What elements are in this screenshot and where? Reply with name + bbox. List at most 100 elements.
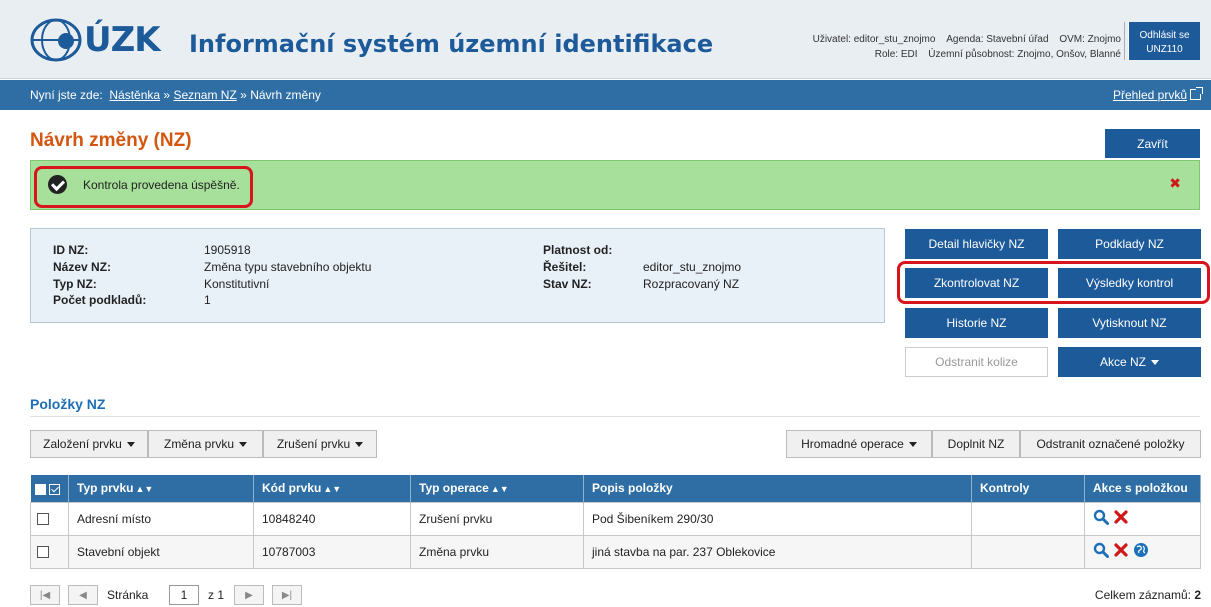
solver-value: editor_stu_znojmo: [643, 260, 742, 274]
cell-actions: [1084, 501, 1201, 536]
breadcrumb-current: Návrh změny: [250, 88, 321, 102]
id-value: 1905918: [204, 243, 251, 257]
highlight-box: [34, 166, 253, 208]
print-button[interactable]: Vytisknout NZ: [1058, 308, 1201, 338]
globe-icon[interactable]: [1133, 542, 1149, 558]
col-label: Typ operace: [419, 481, 489, 496]
remove-collisions-button[interactable]: Odstranit kolize: [905, 347, 1048, 377]
solver-label: Řešitel:: [543, 260, 587, 274]
chevron-down-icon: [355, 441, 364, 447]
agenda: Agenda: Stavební úřad: [946, 34, 1049, 45]
logout-label: Odhlásit se: [1139, 30, 1190, 41]
delete-icon[interactable]: [1113, 542, 1129, 558]
breadcrumb-link-nz-list[interactable]: Seznam NZ: [173, 88, 236, 102]
user-name: Uživatel: editor_stu_znojmo: [812, 34, 936, 45]
state-label: Stav NZ:: [543, 277, 592, 291]
sort-icon: ▲▼: [323, 484, 342, 495]
detail-header-button[interactable]: Detail hlavičky NZ: [905, 229, 1048, 259]
first-page-button[interactable]: |◀: [30, 585, 60, 605]
user-info: Uživatel: editor_stu_znojmo Agenda: Stav…: [805, 31, 1121, 63]
cuzk-logo: ÚZK: [30, 18, 161, 62]
next-page-button[interactable]: ▶: [234, 585, 264, 605]
change-element-label: Změna prvku: [163, 437, 235, 451]
cell-code: 10848240: [253, 501, 411, 536]
breadcrumb-prefix: Nyní jste zde:: [30, 88, 103, 102]
state-value: Rozpracovaný NZ: [643, 277, 740, 291]
chevron-down-icon: [908, 441, 917, 447]
page-label: Stránka: [107, 588, 149, 602]
row-checkbox[interactable]: [37, 513, 49, 526]
close-button[interactable]: Zavřít: [1105, 129, 1200, 158]
type-label: Typ NZ:: [53, 277, 97, 291]
bulk-operations-label: Hromadné operace: [801, 437, 904, 451]
row-select-cell: [30, 534, 69, 569]
total-label: Celkem záznamů:: [1094, 588, 1191, 602]
ovm: OVM: Znojmo: [1059, 34, 1121, 45]
row-checkbox[interactable]: [37, 546, 49, 559]
create-element-label: Založení prvku: [43, 437, 122, 451]
logout-button[interactable]: Odhlásit se UNZ110: [1128, 22, 1200, 60]
id-label: ID NZ:: [53, 243, 89, 257]
create-element-dropdown[interactable]: Založení prvku: [30, 430, 148, 458]
app-title: Informační systém územní identifikace: [189, 30, 714, 58]
cancel-element-dropdown[interactable]: Zrušení prvku: [263, 430, 377, 458]
name-value: Změna typu stavebního objektu: [204, 260, 372, 274]
select-all-checkbox[interactable]: [34, 483, 46, 495]
chevron-down-icon: [1151, 359, 1159, 365]
change-element-dropdown[interactable]: Změna prvku: [148, 430, 263, 458]
nz-actions-dropdown[interactable]: Akce NZ: [1058, 347, 1201, 377]
breadcrumb-bar: Nyní jste zde: Nástěnka » Seznam NZ » Ná…: [0, 80, 1211, 110]
cell-operation: Změna prvku: [410, 534, 584, 569]
col-label: Typ prvku: [77, 481, 134, 496]
cell-code: 10787003: [253, 534, 411, 569]
name-label: Název NZ:: [53, 260, 112, 274]
select-all-header[interactable]: [30, 475, 69, 502]
prev-page-button[interactable]: ◀: [68, 585, 98, 605]
checkbox-icon: [48, 483, 60, 495]
breadcrumb-separator: »: [163, 88, 171, 102]
nz-info-panel: ID NZ: 1905918 Název NZ: Změna typu stav…: [30, 228, 885, 323]
cell-type: Adresní místo: [68, 501, 254, 536]
col-element-code[interactable]: Kód prvku ▲▼: [253, 475, 411, 502]
table-row: Stavební objekt 10787003 Změna prvku jin…: [30, 534, 1201, 569]
logo-text: ÚZK: [84, 20, 161, 60]
fill-nz-button[interactable]: Doplnit NZ: [932, 430, 1020, 458]
overview-link-label: Přehled prvků: [1112, 88, 1187, 102]
cell-operation: Zrušení prvku: [410, 501, 584, 536]
total-value: 2: [1194, 588, 1201, 602]
search-icon[interactable]: [1093, 542, 1109, 558]
close-icon[interactable]: ✖: [1169, 175, 1181, 192]
nz-actions-label: Akce NZ: [1099, 355, 1146, 369]
breadcrumb-link-dashboard[interactable]: Nástěnka: [109, 88, 160, 102]
external-link-icon: [1190, 87, 1203, 100]
cell-checks: [971, 501, 1085, 536]
last-page-button[interactable]: ▶|: [272, 585, 302, 605]
col-description: Popis položky: [583, 475, 972, 502]
total-records: Celkem záznamů: 2: [1095, 588, 1201, 602]
sources-button[interactable]: Podklady NZ: [1058, 229, 1201, 259]
header-divider: [1124, 22, 1125, 60]
count-value: 1: [204, 293, 211, 307]
items-table: Typ prvku ▲▼ Kód prvku ▲▼ Typ operace ▲▼ Po…: [30, 475, 1201, 569]
row-select-cell: [30, 501, 69, 536]
col-operation-type[interactable]: Typ operace ▲▼: [410, 475, 584, 502]
sort-icon: ▲▼: [135, 484, 154, 495]
search-icon[interactable]: [1093, 509, 1109, 525]
role: Role: EDI: [874, 49, 918, 60]
delete-icon[interactable]: [1113, 509, 1129, 525]
remove-selected-button[interactable]: Odstranit označené položky: [1020, 430, 1201, 458]
section-divider: [30, 416, 1200, 417]
breadcrumb: Nyní jste zde: Nástěnka » Seznam NZ » Ná…: [30, 88, 321, 102]
page-number-input[interactable]: 1: [169, 585, 199, 605]
bulk-operations-dropdown[interactable]: Hromadné operace: [786, 430, 932, 458]
cell-description: jiná stavba na par. 237 Oblekovice: [583, 534, 972, 569]
breadcrumb-separator: »: [240, 88, 247, 102]
history-button[interactable]: Historie NZ: [905, 308, 1048, 338]
count-label: Počet podkladů:: [53, 293, 147, 307]
valid-from-label: Platnost od:: [543, 243, 613, 257]
col-element-type[interactable]: Typ prvku ▲▼: [68, 475, 254, 502]
user-code: UNZ110: [1146, 44, 1183, 55]
cancel-element-label: Zrušení prvku: [276, 437, 351, 451]
col-actions: Akce s položkou: [1084, 475, 1201, 502]
overview-link[interactable]: Přehled prvků: [1112, 87, 1203, 102]
